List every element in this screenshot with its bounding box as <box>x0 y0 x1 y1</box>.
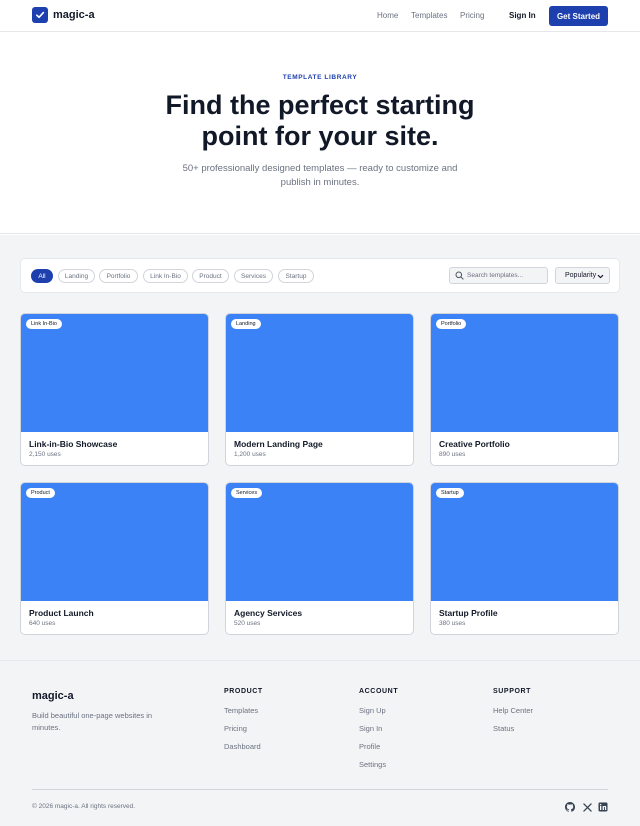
category-badge: Link In-Bio <box>26 319 62 329</box>
github-icon[interactable] <box>565 802 575 812</box>
x-icon[interactable] <box>582 802 592 812</box>
category-badge: Landing <box>231 319 261 329</box>
search-icon <box>455 271 464 280</box>
template-uses: 890 uses <box>439 451 466 458</box>
footer-link-settings[interactable]: Settings <box>359 760 386 769</box>
filter-pill-services[interactable]: Services <box>234 269 273 283</box>
template-preview <box>431 483 618 601</box>
footer-link-dashboard[interactable]: Dashboard <box>224 742 261 751</box>
filter-pill-startup[interactable]: Startup <box>278 269 314 283</box>
nav-link-templates[interactable]: Templates <box>411 11 447 20</box>
template-title: Agency Services <box>234 608 303 618</box>
template-preview <box>21 314 208 432</box>
template-title: Modern Landing Page <box>234 439 323 449</box>
get-started-button[interactable]: Get Started <box>549 6 608 26</box>
footer-heading-support: SUPPORT <box>493 688 532 695</box>
footer-tagline: Build beautiful one-page websites in min… <box>32 711 153 732</box>
template-title: Product Launch <box>29 608 94 618</box>
template-preview <box>226 483 413 601</box>
sort-select-value: Popularity <box>565 272 597 279</box>
footer-heading-account: ACCOUNT <box>359 688 399 695</box>
site-footer: magic-a Build beautiful one-page website… <box>0 660 640 826</box>
hero-subtitle: 50+ professionally designed templates — … <box>182 163 458 188</box>
hero-section: TEMPLATE LIBRARY Find the perfect starti… <box>0 33 640 234</box>
template-card[interactable]: Landing Modern Landing Page 1,200 uses <box>225 313 414 466</box>
footer-link-templates[interactable]: Templates <box>224 706 258 715</box>
footer-link-help-center[interactable]: Help Center <box>493 706 533 715</box>
footer-heading-product: PRODUCT <box>224 688 263 695</box>
category-badge: Portfolio <box>436 319 467 329</box>
checkmark-logo-icon <box>32 7 48 23</box>
top-nav: magic-a Home Templates Pricing Sign In G… <box>0 0 640 32</box>
hero-eyebrow: TEMPLATE LIBRARY <box>282 74 358 81</box>
template-uses: 1,200 uses <box>234 451 266 458</box>
category-badge: Product <box>26 488 55 498</box>
brand-logo[interactable]: magic-a <box>32 7 95 23</box>
nav-link-pricing[interactable]: Pricing <box>460 11 484 20</box>
template-card[interactable]: Portfolio Creative Portfolio 890 uses <box>430 313 619 466</box>
brand-name: magic-a <box>53 9 95 21</box>
template-preview <box>226 314 413 432</box>
footer-link-status[interactable]: Status <box>493 724 514 733</box>
sort-select[interactable]: Popularity <box>555 267 610 284</box>
filter-pill-product[interactable]: Product <box>192 269 229 283</box>
search-box[interactable] <box>449 267 548 284</box>
footer-link-sign-up[interactable]: Sign Up <box>359 706 386 715</box>
template-title: Creative Portfolio <box>439 439 510 449</box>
footer-divider <box>32 789 608 790</box>
footer-link-pricing[interactable]: Pricing <box>224 724 247 733</box>
template-preview <box>21 483 208 601</box>
filter-pill-all[interactable]: All <box>31 269 53 283</box>
footer-link-sign-in[interactable]: Sign In <box>359 724 382 733</box>
template-library: All Landing Portfolio Link In-Bio Produc… <box>0 235 640 660</box>
linkedin-icon[interactable] <box>598 802 608 812</box>
template-card[interactable]: Link In-Bio Link-in-Bio Showcase 2,150 u… <box>20 313 209 466</box>
chevron-down-icon <box>597 274 604 279</box>
hero-title: Find the perfect starting point for your… <box>165 90 475 151</box>
footer-link-profile[interactable]: Profile <box>359 742 380 751</box>
template-preview <box>431 314 618 432</box>
template-card[interactable]: Services Agency Services 520 uses <box>225 482 414 635</box>
nav-link-home[interactable]: Home <box>377 11 398 20</box>
filter-pill-portfolio[interactable]: Portfolio <box>99 269 138 283</box>
template-card[interactable]: Product Product Launch 640 uses <box>20 482 209 635</box>
template-uses: 640 uses <box>29 620 56 627</box>
template-uses: 380 uses <box>439 620 466 627</box>
filter-pill-landing[interactable]: Landing <box>58 269 95 283</box>
sign-in-link[interactable]: Sign In <box>509 11 536 20</box>
copyright-text: © 2026 magic-a. All rights reserved. <box>32 803 136 810</box>
template-title: Link-in-Bio Showcase <box>29 439 118 449</box>
search-input[interactable] <box>467 272 547 279</box>
template-title: Startup Profile <box>439 608 498 618</box>
template-uses: 2,150 uses <box>29 451 61 458</box>
template-uses: 520 uses <box>234 620 261 627</box>
filter-pill-link-in-bio[interactable]: Link In-Bio <box>143 269 188 283</box>
category-badge: Services <box>231 488 263 498</box>
template-card[interactable]: Startup Startup Profile 380 uses <box>430 482 619 635</box>
filter-bar: All Landing Portfolio Link In-Bio Produc… <box>20 258 620 293</box>
footer-brand: magic-a <box>32 690 74 702</box>
category-badge: Startup <box>436 488 464 498</box>
